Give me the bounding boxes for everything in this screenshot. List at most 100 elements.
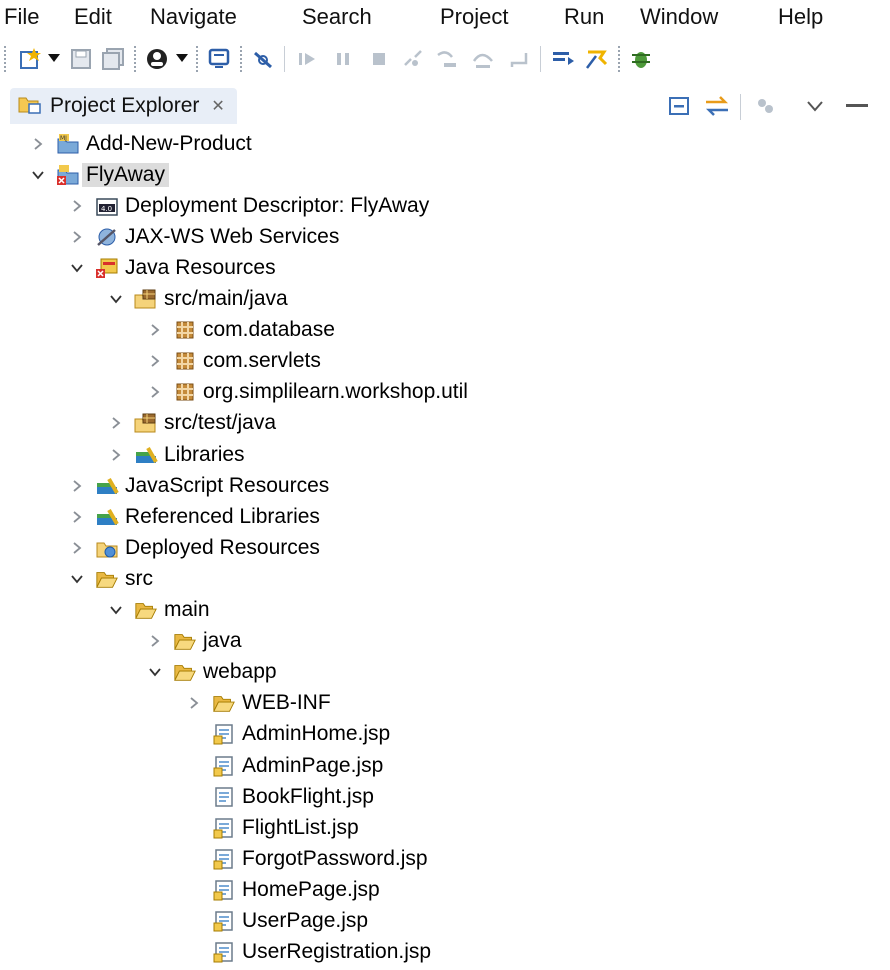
tree-item[interactable]: AdminHome.jsp (0, 719, 890, 750)
skip-breakpoints-icon[interactable] (248, 44, 278, 74)
package-icon (173, 381, 197, 403)
step-into-icon[interactable] (432, 44, 462, 74)
menu-file[interactable]: File (4, 2, 39, 32)
suspend-icon[interactable] (328, 44, 358, 74)
toolbar-grip[interactable] (4, 46, 6, 72)
link-with-editor-icon[interactable] (702, 92, 732, 120)
menu-window[interactable]: Window (640, 2, 718, 32)
tree-item[interactable]: FlightList.jsp (0, 812, 890, 843)
chevron-right-icon[interactable] (67, 501, 87, 532)
tree-item[interactable]: Java Resources (0, 252, 890, 283)
view-title: Project Explorer (50, 94, 200, 117)
menu-run[interactable]: Run (564, 2, 604, 32)
disconnect-icon[interactable] (398, 44, 428, 74)
view-menu-icon[interactable] (800, 92, 830, 120)
tree-item-label: com.servlets (203, 349, 321, 373)
tree-item[interactable]: java (0, 626, 890, 657)
chevron-down-icon[interactable] (145, 657, 165, 688)
tree-item[interactable]: src/test/java (0, 408, 890, 439)
chevron-right-icon[interactable] (184, 688, 204, 719)
menu-project[interactable]: Project (440, 2, 508, 32)
svg-text:4.0: 4.0 (101, 205, 112, 213)
tree-item-label: WEB-INF (242, 691, 331, 715)
jsp-file-icon (212, 910, 236, 932)
save-all-icon[interactable] (98, 44, 128, 74)
chevron-right-icon[interactable] (67, 190, 87, 221)
tree-item[interactable]: Referenced Libraries (0, 501, 890, 532)
project-tree: MJ Add-New-Product FlyAway 4.0 Deployment De… (0, 128, 890, 970)
menu-navigate[interactable]: Navigate (150, 2, 237, 32)
open-folder-icon (173, 661, 197, 683)
chevron-right-icon[interactable] (67, 532, 87, 563)
chevron-right-icon[interactable] (145, 626, 165, 657)
step-return-icon[interactable] (504, 44, 534, 74)
tree-item[interactable]: com.servlets (0, 346, 890, 377)
tree-item[interactable]: Libraries (0, 439, 890, 470)
new-wizard-icon[interactable] (16, 44, 46, 74)
save-icon[interactable] (66, 44, 96, 74)
chevron-right-icon[interactable] (106, 408, 126, 439)
use-step-filters-icon[interactable] (548, 44, 578, 74)
tree-item[interactable]: org.simplilearn.workshop.util (0, 377, 890, 408)
new-dropdown-icon[interactable] (48, 54, 60, 62)
chevron-right-icon[interactable] (67, 470, 87, 501)
perspective-dropdown-icon[interactable] (176, 54, 188, 62)
tree-item[interactable]: webapp (0, 657, 890, 688)
terminate-icon[interactable] (364, 44, 394, 74)
terminal-icon[interactable] (204, 44, 234, 74)
svg-text:MJ: MJ (60, 135, 67, 142)
tree-item[interactable]: HomePage.jsp (0, 874, 890, 905)
tree-item-label: Referenced Libraries (125, 504, 320, 528)
tree-item[interactable]: JavaScript Resources (0, 470, 890, 501)
close-view-icon[interactable]: ✕ (211, 96, 224, 116)
debug-bug-icon[interactable] (626, 44, 656, 74)
menu-search[interactable]: Search (302, 2, 372, 32)
drop-to-frame-icon[interactable] (582, 44, 612, 74)
focus-on-active-task-icon[interactable] (750, 92, 780, 120)
resume-icon[interactable] (292, 44, 322, 74)
jsp-file-icon (212, 879, 236, 901)
chevron-right-icon[interactable] (28, 128, 48, 159)
tree-item[interactable]: FlyAway (0, 159, 890, 190)
tree-item[interactable]: AdminPage.jsp (0, 750, 890, 781)
tree-item[interactable]: WEB-INF (0, 688, 890, 719)
chevron-right-icon[interactable] (67, 221, 87, 252)
tree-item[interactable]: UserRegistration.jsp (0, 937, 890, 968)
tree-item-label: AdminPage.jsp (242, 753, 384, 777)
tree-item[interactable]: ForgotPassword.jsp (0, 843, 890, 874)
minimize-view-icon[interactable] (840, 92, 870, 120)
project-explorer-header: Project Explorer ✕ (0, 84, 890, 128)
menu-help[interactable]: Help (778, 2, 823, 32)
jsp-file-icon (212, 848, 236, 870)
chevron-down-icon[interactable] (67, 252, 87, 283)
tree-item[interactable]: UserPage.jsp (0, 906, 890, 937)
chevron-right-icon[interactable] (145, 346, 165, 377)
tree-item[interactable]: BookFlight.jsp (0, 781, 890, 812)
tree-item-label: Add-New-Product (86, 131, 252, 155)
tab-project-explorer[interactable]: Project Explorer ✕ (10, 88, 237, 124)
chevron-down-icon[interactable] (106, 284, 126, 315)
tree-item[interactable]: com.database (0, 315, 890, 346)
debug-perspective-icon[interactable] (142, 44, 172, 74)
tree-item[interactable]: 4.0 Deployment Descriptor: FlyAway (0, 190, 890, 221)
project-error-icon (56, 164, 80, 186)
step-over-icon[interactable] (468, 44, 498, 74)
menu-edit[interactable]: Edit (74, 2, 112, 32)
menu-bar: File Edit Navigate Search Project Run Wi… (0, 0, 890, 36)
tree-item[interactable]: main (0, 595, 890, 626)
collapse-all-icon[interactable] (664, 92, 694, 120)
chevron-right-icon[interactable] (145, 377, 165, 408)
tree-item[interactable]: Deployed Resources (0, 532, 890, 563)
tree-item[interactable]: MJ Add-New-Product (0, 128, 890, 159)
tree-item[interactable]: src (0, 563, 890, 594)
chevron-down-icon[interactable] (106, 595, 126, 626)
chevron-right-icon[interactable] (106, 439, 126, 470)
chevron-right-icon[interactable] (145, 315, 165, 346)
chevron-down-icon[interactable] (67, 563, 87, 594)
tree-item[interactable]: JAX-WS Web Services (0, 221, 890, 252)
tree-item[interactable]: src/main/java (0, 284, 890, 315)
tree-item-label: org.simplilearn.workshop.util (203, 380, 468, 404)
package-icon (173, 350, 197, 372)
chevron-down-icon[interactable] (28, 159, 48, 190)
tree-item-label: UserPage.jsp (242, 909, 369, 932)
